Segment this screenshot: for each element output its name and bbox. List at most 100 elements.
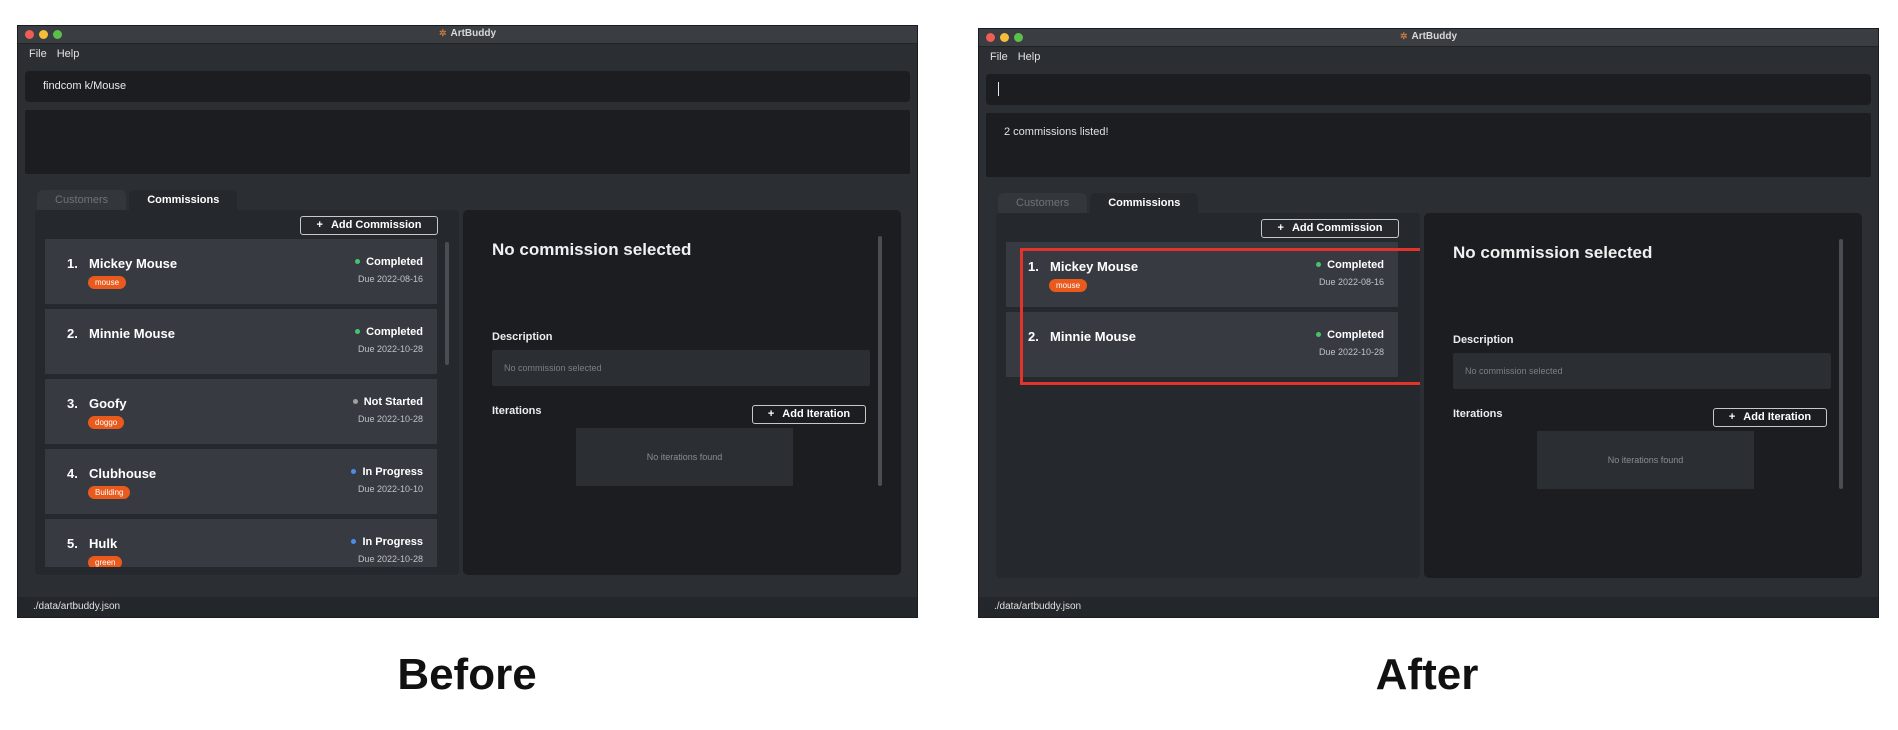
window-title: ✲ ArtBuddy (438, 28, 497, 39)
command-input[interactable] (986, 74, 1871, 105)
add-iteration-button[interactable]: + Add Iteration (1713, 408, 1827, 427)
tag-badge: mouse (88, 276, 127, 289)
list-item[interactable]: 5. Hulk green In Progress Due 2022-10-28 (45, 519, 437, 567)
commission-list[interactable]: 1. Mickey Mouse mouse Completed Due 2022… (1006, 242, 1398, 382)
status-dot-icon (352, 398, 358, 404)
description-field: No commission selected (1453, 353, 1831, 389)
menu-help[interactable]: Help (1018, 51, 1041, 63)
status-badge: Completed (1316, 259, 1384, 271)
description-label: Description (492, 331, 553, 343)
list-scrollbar[interactable] (445, 242, 449, 365)
item-name: Minnie Mouse (1050, 329, 1136, 344)
status-dot-icon (355, 258, 361, 264)
list-item[interactable]: 1. Mickey Mouse mouse Completed Due 2022… (45, 239, 437, 304)
status-dot-icon (351, 468, 357, 474)
description-label: Description (1453, 334, 1514, 346)
status-bar-path: ./data/artbuddy.json (979, 597, 1878, 617)
status-dot-icon (355, 328, 361, 334)
item-name: Clubhouse (89, 466, 157, 481)
detail-scrollbar[interactable] (1839, 239, 1843, 489)
tab-customers[interactable]: Customers (998, 193, 1088, 213)
add-commission-button[interactable]: + Add Commission (1261, 219, 1399, 238)
tag-badge: green (88, 556, 123, 567)
text-caret (998, 82, 999, 97)
status-badge: Completed (1316, 329, 1384, 341)
list-item[interactable]: 1. Mickey Mouse mouse Completed Due 2022… (1006, 242, 1398, 307)
window-title: ✲ ArtBuddy (1399, 31, 1458, 42)
iterations-label: Iterations (1453, 408, 1503, 420)
title-bar: ✲ ArtBuddy (979, 29, 1878, 47)
tab-bar: Customers Commissions (37, 190, 238, 210)
plus-icon: + (316, 219, 323, 231)
item-name: Mickey Mouse (1050, 259, 1139, 274)
item-index: 4. (67, 466, 78, 481)
tab-customers[interactable]: Customers (37, 190, 127, 210)
detail-title: No commission selected (492, 240, 692, 259)
due-date: Due 2022-08-16 (357, 274, 423, 284)
before-caption: Before (397, 650, 537, 699)
result-display (25, 110, 910, 174)
iterations-empty-state: No iterations found (576, 428, 793, 486)
tab-commissions[interactable]: Commissions (129, 190, 238, 210)
commission-list-panel: + Add Commission 1. Mickey Mouse mouse Co… (996, 213, 1420, 578)
command-input[interactable]: findcom k/Mouse (25, 71, 910, 102)
menu-bar: File Help (979, 47, 1878, 66)
detail-title: No commission selected (1453, 243, 1653, 262)
list-item[interactable]: 4. Clubhouse Building In Progress Due 20… (45, 449, 437, 514)
add-iteration-button[interactable]: + Add Iteration (752, 405, 866, 424)
item-name: Hulk (89, 536, 118, 551)
commission-list[interactable]: 1. Mickey Mouse mouse Completed Due 2022… (45, 239, 437, 572)
tag-badge: doggo (88, 416, 125, 429)
command-text: findcom k/Mouse (43, 80, 127, 92)
status-badge: In Progress (351, 466, 423, 478)
item-index: 2. (1028, 329, 1039, 344)
item-name: Minnie Mouse (89, 326, 175, 341)
plus-icon: + (767, 408, 775, 420)
list-item[interactable]: 2. Minnie Mouse Completed Due 2022-10-28 (1006, 312, 1398, 377)
status-badge: Completed (355, 326, 423, 338)
status-dot-icon (1316, 331, 1322, 337)
due-date: Due 2022-08-16 (1318, 277, 1384, 287)
iterations-empty-state: No iterations found (1537, 431, 1754, 489)
status-bar-path: ./data/artbuddy.json (18, 597, 917, 617)
item-name: Mickey Mouse (89, 256, 178, 271)
item-index: 1. (67, 256, 78, 271)
commission-list-panel: + Add Commission 1. Mickey Mouse mouse Co… (35, 210, 459, 575)
item-index: 2. (67, 326, 78, 341)
commission-detail-panel: No commission selected Description No co… (1424, 213, 1862, 578)
tab-commissions[interactable]: Commissions (1090, 193, 1199, 213)
list-item[interactable]: 2. Minnie Mouse Completed Due 2022-10-28 (45, 309, 437, 374)
item-index: 3. (67, 396, 78, 411)
status-badge: Not Started (352, 396, 423, 408)
menu-help[interactable]: Help (57, 48, 80, 60)
due-date: Due 2022-10-28 (357, 414, 423, 424)
due-date: Due 2022-10-28 (357, 344, 423, 354)
tag-badge: Building (88, 486, 131, 499)
after-caption: After (1375, 650, 1479, 699)
app-window-after: ✲ ArtBuddy File Help 2 commissions listed… (978, 28, 1879, 618)
menu-file[interactable]: File (29, 48, 47, 60)
detail-scrollbar[interactable] (878, 236, 882, 486)
commission-detail-panel: No commission selected Description No co… (463, 210, 901, 575)
list-item[interactable]: 3. Goofy doggo Not Started Due 2022-10-2… (45, 379, 437, 444)
status-dot-icon (1316, 261, 1322, 267)
app-window-before: ✲ ArtBuddy File Help findcom k/Mouse Cust… (17, 25, 918, 618)
due-date: Due 2022-10-28 (1318, 347, 1384, 357)
palette-icon: ✲ (438, 28, 447, 38)
palette-icon: ✲ (1399, 31, 1408, 41)
iterations-label: Iterations (492, 405, 542, 417)
status-badge: Completed (355, 256, 423, 268)
plus-icon: + (1277, 222, 1284, 234)
status-badge: In Progress (351, 536, 423, 548)
menu-file[interactable]: File (990, 51, 1008, 63)
due-date: Due 2022-10-28 (357, 554, 423, 564)
due-date: Due 2022-10-10 (357, 484, 423, 494)
status-dot-icon (351, 538, 357, 544)
item-index: 5. (67, 536, 78, 551)
menu-bar: File Help (18, 44, 917, 63)
result-display: 2 commissions listed! (986, 113, 1871, 177)
add-commission-button[interactable]: + Add Commission (300, 216, 438, 235)
plus-icon: + (1728, 411, 1736, 423)
title-bar: ✲ ArtBuddy (18, 26, 917, 44)
item-index: 1. (1028, 259, 1039, 274)
